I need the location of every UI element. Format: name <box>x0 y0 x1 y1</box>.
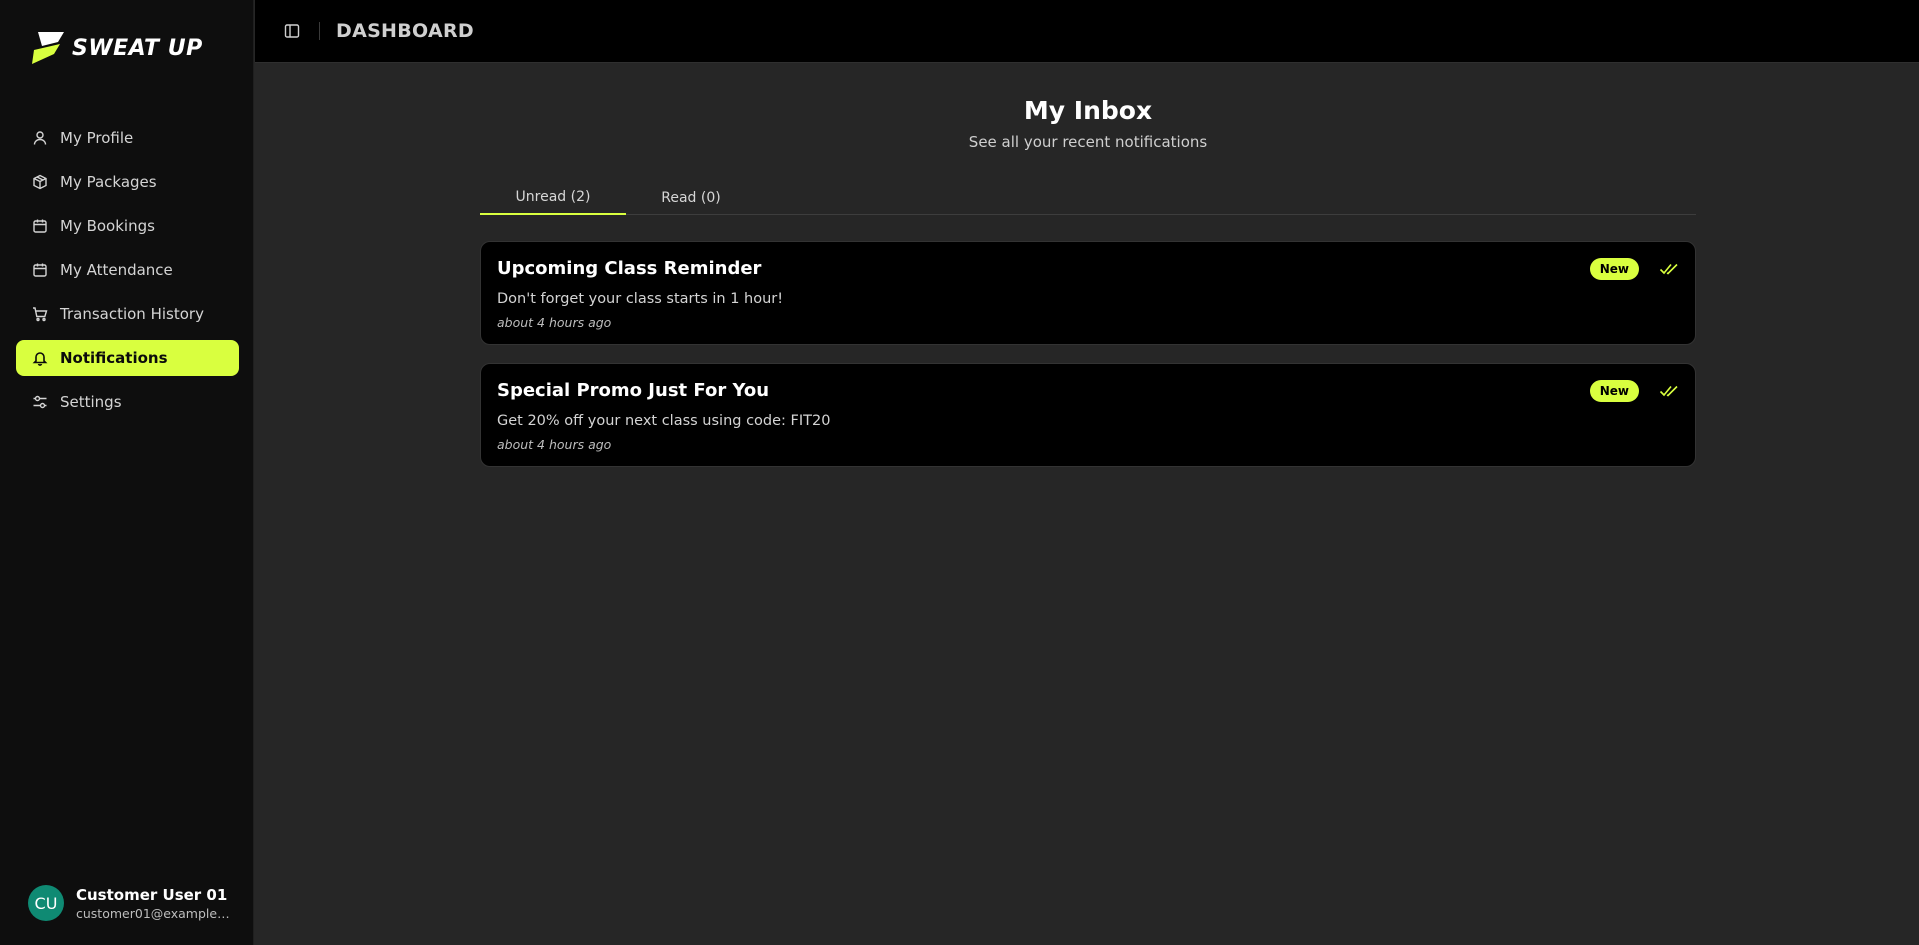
page-title: DASHBOARD <box>336 20 474 42</box>
check-double-icon[interactable] <box>1659 260 1679 278</box>
inbox-tabs: Unread (2) Read (0) <box>480 180 1696 215</box>
notification-card[interactable]: Special Promo Just For You Get 20% off y… <box>480 363 1696 467</box>
bell-icon <box>32 352 48 366</box>
sidebar-item-my-packages[interactable]: My Packages <box>16 164 239 200</box>
sidebar-panel-icon[interactable] <box>284 23 300 39</box>
brand-logo[interactable]: SWEAT UP <box>32 28 203 68</box>
sidebar-item-label: My Attendance <box>60 261 173 279</box>
sidebar-item-my-profile[interactable]: My Profile <box>16 120 239 156</box>
tab-read[interactable]: Read (0) <box>626 180 756 215</box>
user-icon <box>33 131 47 145</box>
notification-title: Upcoming Class Reminder <box>497 258 762 279</box>
sidebar-item-label: My Packages <box>60 173 157 191</box>
sliders-icon <box>33 395 47 409</box>
notification-card[interactable]: Upcoming Class Reminder Don't forget you… <box>480 241 1696 345</box>
calendar-icon <box>33 263 47 277</box>
user-email: customer01@example.c... <box>76 905 231 921</box>
calendar-icon <box>33 219 47 233</box>
sidebar-item-label: Notifications <box>60 349 168 367</box>
sidebar-nav: My Profile My Packages My Bookings My At… <box>16 120 239 428</box>
brand-name: SWEAT UP <box>72 35 203 61</box>
sidebar-item-settings[interactable]: Settings <box>16 384 239 420</box>
user-account[interactable]: CU Customer User 01 customer01@example.c… <box>28 885 231 921</box>
sidebar-item-label: Settings <box>60 393 122 411</box>
notification-body: Get 20% off your next class using code: … <box>497 413 831 429</box>
logo-mark-icon <box>32 32 64 64</box>
avatar: CU <box>28 885 64 921</box>
notification-body: Don't forget your class starts in 1 hour… <box>497 291 784 307</box>
new-badge: New <box>1589 258 1639 280</box>
tab-unread[interactable]: Unread (2) <box>480 180 626 215</box>
sidebar-item-label: My Profile <box>60 129 134 147</box>
topbar-divider <box>319 22 320 40</box>
sidebar-item-my-attendance[interactable]: My Attendance <box>16 252 239 288</box>
notification-time: about 4 hours ago <box>497 437 612 452</box>
sidebar-item-transaction-history[interactable]: Transaction History <box>16 296 239 332</box>
inbox-title: My Inbox <box>1023 96 1153 125</box>
notification-title: Special Promo Just For You <box>497 380 770 401</box>
sidebar-item-my-bookings[interactable]: My Bookings <box>16 208 239 244</box>
new-badge: New <box>1589 380 1639 402</box>
cart-icon <box>33 307 48 322</box>
sidebar-item-label: My Bookings <box>60 217 155 235</box>
user-name: Customer User 01 <box>76 885 228 904</box>
inbox-subtitle: See all your recent notifications <box>968 133 1208 151</box>
sidebar-item-notifications[interactable]: Notifications <box>16 340 239 376</box>
sidebar: SWEAT UP My Profile My Packages My Booki… <box>0 0 254 945</box>
check-double-icon[interactable] <box>1659 382 1679 400</box>
package-icon <box>33 174 47 190</box>
notification-time: about 4 hours ago <box>497 315 612 330</box>
topbar: DASHBOARD <box>255 0 1919 63</box>
sidebar-item-label: Transaction History <box>60 305 204 323</box>
